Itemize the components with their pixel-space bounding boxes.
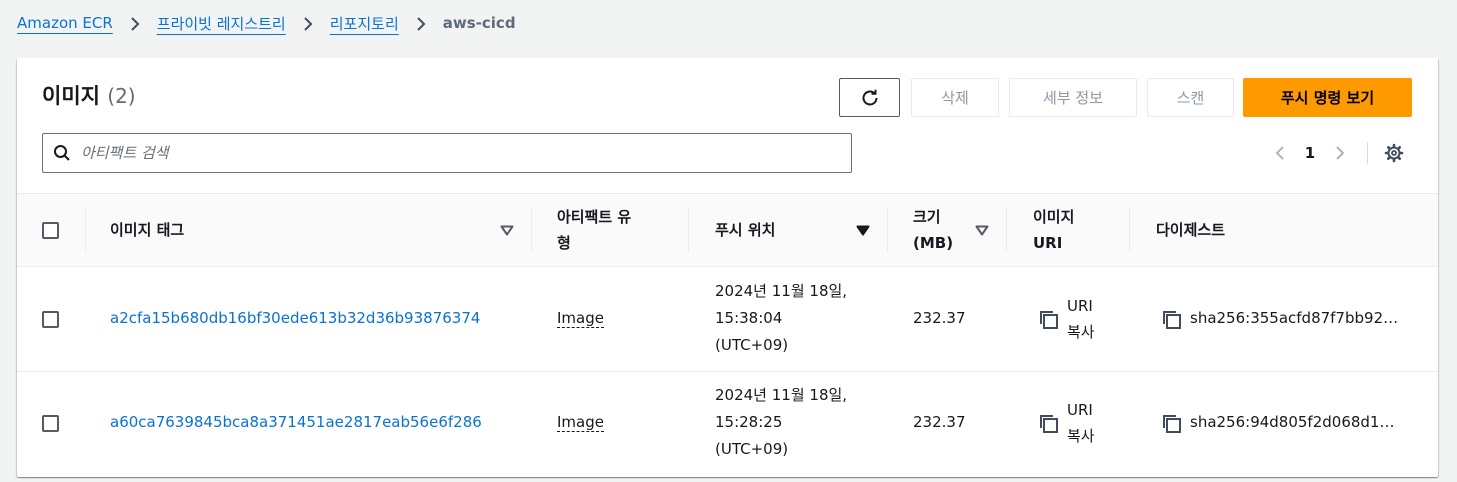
column-divider [887, 208, 888, 252]
column-divider [531, 208, 532, 252]
column-header-artifact-type-line1: 아티팩트 유 [557, 208, 632, 226]
image-count: (2) [107, 84, 136, 108]
page-title: 이미지 (2) [42, 80, 136, 110]
column-header-digest: 다이제스트 [1156, 194, 1225, 266]
chevron-right-icon [286, 14, 330, 32]
column-divider [1006, 208, 1007, 252]
column-header-uri: 이미지 URI [1033, 194, 1074, 266]
breadcrumb-current: aws-cicd [442, 14, 516, 32]
copy-icon [1163, 415, 1181, 433]
pushed-at: 2024년 11월 18일, 15:28:25 (UTC+09) [715, 382, 847, 463]
column-header-digest-label: 다이제스트 [1156, 221, 1226, 239]
copy-icon [1040, 415, 1058, 433]
pushed-at-time: 15:28:25 [715, 413, 783, 431]
copy-uri-label-line2: 복사 [1067, 323, 1095, 341]
search-input[interactable] [81, 144, 851, 162]
table-header: 이미지 태그 아티팩트 유 형 푸시 위치 크기 (MB) 이미지 URI 다이… [17, 193, 1438, 267]
scan-button[interactable]: 스캔 [1147, 78, 1234, 117]
copy-digest-button[interactable]: sha256:94d805f2d068d1… [1161, 413, 1394, 435]
details-button[interactable]: 세부 정보 [1009, 78, 1137, 117]
refresh-icon [862, 89, 877, 105]
table-row: a2cfa15b680db16bf30ede613b32d36b93876374… [17, 267, 1438, 372]
pushed-at-timezone: (UTC+09) [715, 336, 789, 354]
pushed-at-date: 2024년 11월 18일, [715, 386, 848, 404]
copy-icon [1040, 311, 1058, 329]
column-header-tag-label: 이미지 태그 [110, 221, 185, 239]
pushed-at: 2024년 11월 18일, 15:38:04 (UTC+09) [715, 278, 847, 359]
search-icon [43, 144, 81, 162]
copy-uri-label-line1: URI [1067, 401, 1093, 419]
table-row: a60ca7639845bca8a371451ae2817eab56e6f286… [17, 372, 1438, 477]
refresh-button[interactable] [839, 78, 900, 117]
copy-icon [1163, 311, 1181, 329]
select-all-checkbox[interactable] [42, 222, 59, 239]
column-divider [85, 208, 86, 252]
column-header-pushed-at[interactable]: 푸시 위치 [715, 194, 775, 266]
column-header-uri-line2: URI [1033, 234, 1063, 252]
pushed-at-time: 15:38:04 [715, 309, 783, 327]
image-size: 232.37 [913, 413, 966, 431]
column-header-tag[interactable]: 이미지 태그 [110, 194, 184, 266]
pushed-at-date: 2024년 11월 18일, [715, 282, 848, 300]
column-header-size-line2: (MB) [913, 234, 954, 252]
sort-down-icon[interactable] [500, 225, 514, 236]
page-number[interactable]: 1 [1293, 144, 1327, 162]
panel-title-text: 이미지 [42, 84, 100, 108]
artifact-type[interactable]: Image [557, 413, 604, 432]
copy-digest-button[interactable]: sha256:355acfd87f7bb92… [1161, 309, 1398, 331]
artifact-search [42, 133, 852, 173]
column-header-size-line1: 크기 [913, 208, 941, 226]
pushed-at-timezone: (UTC+09) [715, 440, 789, 458]
copy-uri-button[interactable]: URI 복사 [1038, 293, 1095, 345]
column-divider [1129, 208, 1130, 252]
breadcrumb-link-amazon-ecr[interactable]: Amazon ECR [17, 14, 113, 32]
column-header-artifact-type-line2: 형 [557, 234, 571, 252]
copy-uri-label-line2: 복사 [1067, 427, 1095, 445]
column-header-artifact-type[interactable]: 아티팩트 유 형 [557, 194, 631, 266]
sorted-descending-icon[interactable] [856, 225, 870, 236]
gear-icon[interactable] [1383, 142, 1405, 164]
row-checkbox[interactable] [42, 415, 59, 432]
copy-uri-label-line1: URI [1067, 297, 1093, 315]
breadcrumb-link-private-registry[interactable]: 프라이빗 레지스트리 [157, 13, 286, 34]
sort-down-icon[interactable] [975, 225, 989, 236]
next-page-icon[interactable] [1327, 145, 1353, 161]
view-push-commands-button[interactable]: 푸시 명령 보기 [1243, 78, 1412, 117]
pagination: 1 [1267, 140, 1353, 166]
chevron-right-icon [399, 14, 443, 32]
column-divider [688, 208, 689, 252]
row-checkbox[interactable] [42, 311, 59, 328]
previous-page-icon[interactable] [1267, 145, 1293, 161]
image-tag-link[interactable]: a60ca7639845bca8a371451ae2817eab56e6f286 [110, 413, 482, 431]
chevron-right-icon [113, 14, 157, 32]
image-digest: sha256:94d805f2d068d1… [1190, 413, 1395, 431]
divider [1367, 142, 1368, 164]
copy-uri-button[interactable]: URI 복사 [1038, 397, 1095, 449]
breadcrumb-link-repositories[interactable]: 리포지토리 [330, 13, 399, 34]
breadcrumb: Amazon ECR 프라이빗 레지스트리 리포지토리 aws-cicd [17, 10, 516, 36]
column-header-pushed-at-label: 푸시 위치 [715, 221, 776, 239]
column-header-size[interactable]: 크기 (MB) [913, 194, 953, 266]
image-size: 232.37 [913, 309, 966, 327]
artifact-type[interactable]: Image [557, 309, 604, 328]
column-header-uri-line1: 이미지 [1033, 208, 1075, 226]
images-panel: 이미지 (2) 삭제 세부 정보 스캔 푸시 명령 보기 1 [17, 58, 1438, 477]
image-digest: sha256:355acfd87f7bb92… [1190, 309, 1399, 327]
image-tag-link[interactable]: a2cfa15b680db16bf30ede613b32d36b93876374 [110, 309, 480, 327]
delete-button[interactable]: 삭제 [911, 78, 999, 117]
